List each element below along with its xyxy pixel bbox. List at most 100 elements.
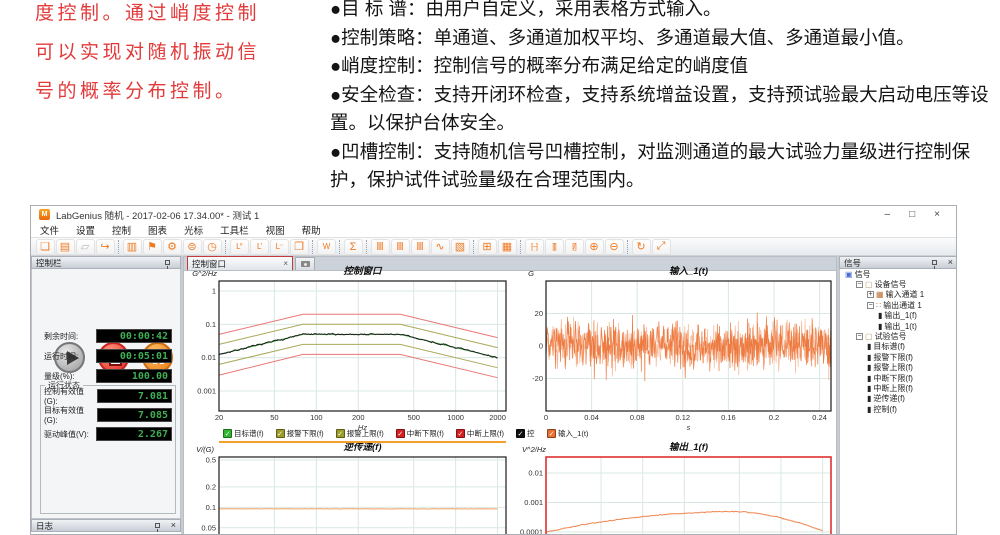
close-panel-icon[interactable]: ×: [948, 258, 953, 267]
tree-item[interactable]: ▣信号: [840, 269, 957, 279]
legend-item[interactable]: ✓输入_1(t): [547, 428, 588, 439]
legend-checkbox[interactable]: ✓: [223, 429, 232, 438]
legend-checkbox[interactable]: ✓: [456, 429, 465, 438]
disc-icon[interactable]: ⊜: [183, 239, 202, 255]
flag-icon[interactable]: ⚑: [143, 239, 162, 255]
save-icon[interactable]: ▤: [56, 239, 75, 255]
zoom-in-icon[interactable]: ⊕: [585, 239, 604, 255]
legend-item[interactable]: ✓控: [516, 428, 535, 439]
tree-item[interactable]: ▮报警上限(f): [840, 363, 957, 373]
collapse-icon[interactable]: −: [856, 333, 863, 340]
chart-input-1t[interactable]: 00.040.080.120.160.20.24-20020s: [506, 276, 837, 431]
chart-control-window[interactable]: 20501002005001000200010.10.010.001Hz: [179, 276, 512, 431]
expand-icon[interactable]: +: [867, 291, 874, 298]
slope-cursor-icon[interactable]: [/]: [565, 239, 584, 255]
tree-item[interactable]: +▦输入通道 1: [840, 290, 957, 300]
svg-text:100: 100: [310, 413, 323, 422]
collapse-icon[interactable]: −: [856, 281, 863, 288]
print-device-icon[interactable]: ▥: [123, 239, 142, 255]
level-prime-icon[interactable]: L′: [250, 239, 269, 255]
tree-item[interactable]: ▮输出_1(f): [840, 311, 957, 321]
chart-inverse-transfer[interactable]: 0.50.20.10.05: [179, 452, 512, 535]
tree-item[interactable]: ▮目标谱(f): [840, 342, 957, 352]
svg-text:0.2: 0.2: [769, 413, 779, 422]
link-channels-icon[interactable]: ⊞: [478, 239, 497, 255]
pin-icon[interactable]: [932, 260, 937, 265]
svg-text:0.05: 0.05: [201, 523, 216, 532]
tree-item[interactable]: ▮报警下限(f): [840, 352, 957, 362]
legend-item[interactable]: ✓中断下限(f): [396, 428, 444, 439]
v-cursor-icon[interactable]: [|]: [545, 239, 564, 255]
legend-checkbox[interactable]: ✓: [336, 429, 345, 438]
maximize-button[interactable]: □: [909, 209, 915, 220]
legend-label: 控: [527, 428, 535, 439]
window-layout-icon[interactable]: ❐: [290, 239, 309, 255]
pin-icon[interactable]: [155, 523, 160, 528]
svg-text:0.2: 0.2: [206, 482, 216, 491]
tree-item[interactable]: −∷输出通道 1: [840, 300, 957, 310]
close-panel-icon[interactable]: ×: [171, 521, 176, 530]
control-bar-header[interactable]: 控制栏: [31, 256, 181, 269]
menu-item[interactable]: 控制: [112, 223, 131, 237]
legend-item[interactable]: ✓目标谱(f): [223, 428, 264, 439]
log-panel-title: 日志: [36, 520, 53, 532]
signals-panel-header[interactable]: 信号 ×: [839, 256, 957, 269]
chart-output-1f[interactable]: 0.010.0010.0001: [506, 452, 837, 535]
control-bar-title: 控制栏: [36, 257, 62, 269]
minimize-button[interactable]: –: [885, 209, 891, 220]
menu-item[interactable]: 视图: [266, 223, 285, 237]
bar-chart-1-icon[interactable]: Ⅲ: [371, 239, 390, 255]
menu-item[interactable]: 文件: [40, 223, 59, 237]
grid-layout-icon[interactable]: ▦: [498, 239, 517, 255]
word-report-icon[interactable]: W: [317, 239, 336, 255]
legend-input: ✓输入_1(t): [547, 428, 588, 439]
tree-item[interactable]: ▮输出_1(t): [840, 321, 957, 331]
tree-item[interactable]: ▮逆传递(f): [840, 394, 957, 404]
title-bar: M LabGenius 随机 - 2017-02-06 17.34.00* - …: [31, 206, 956, 223]
settings-gear-icon[interactable]: ⚙: [163, 239, 182, 255]
sigma-analysis-icon[interactable]: Σ: [344, 239, 363, 255]
tree-item[interactable]: ▮中断下限(f): [840, 373, 957, 383]
tree-item-label: 信号: [855, 269, 871, 280]
log-panel-header[interactable]: 日志 ×: [31, 519, 181, 532]
tree-item-label: 输入通道 1: [886, 289, 925, 300]
box-chart-icon[interactable]: ▧: [451, 239, 470, 255]
bar-chart-2-icon[interactable]: Ⅲ: [391, 239, 410, 255]
level-degree-icon[interactable]: L°: [230, 239, 249, 255]
h-cursor-icon[interactable]: [–]: [525, 239, 544, 255]
legend-checkbox[interactable]: ✓: [396, 429, 405, 438]
collapse-icon[interactable]: −: [867, 302, 874, 309]
test-signals-icon: ▢: [865, 332, 873, 341]
legend-checkbox[interactable]: ✓: [547, 429, 556, 438]
new-file-icon[interactable]: ❏: [36, 239, 55, 255]
tree-item[interactable]: −▢设备信号: [840, 279, 957, 289]
field-label: 驱动峰值(V):: [44, 429, 89, 440]
legend-item[interactable]: ✓报警下限(f): [276, 428, 324, 439]
legend-checkbox[interactable]: ✓: [516, 429, 525, 438]
pin-icon[interactable]: [165, 260, 170, 265]
refresh-icon[interactable]: ↻: [632, 239, 651, 255]
tree-item[interactable]: ▮中断上限(f): [840, 383, 957, 393]
signal-leaf-icon: ▮: [878, 322, 882, 331]
close-button[interactable]: ×: [934, 209, 940, 220]
zoom-out-icon[interactable]: ⊖: [605, 239, 624, 255]
menu-item[interactable]: 设置: [76, 223, 95, 237]
bar-chart-3-icon[interactable]: Ⅲ: [411, 239, 430, 255]
export-icon[interactable]: ↪: [96, 239, 115, 255]
legend-label: 输入_1(t): [558, 428, 588, 439]
tree-item[interactable]: −▢试验信号: [840, 331, 957, 341]
fit-screen-icon[interactable]: ⤢: [652, 239, 671, 255]
level-minus-icon[interactable]: L⁻: [270, 239, 289, 255]
legend-item[interactable]: ✓中断上限(f): [456, 428, 504, 439]
schedule-clock-icon[interactable]: ◷: [203, 239, 222, 255]
open-icon[interactable]: ▱: [76, 239, 95, 255]
status-field: 控制有效值(G):7.081: [44, 389, 172, 403]
tree-item[interactable]: ▮控制(f): [840, 404, 957, 414]
menu-item[interactable]: 工具栏: [220, 223, 249, 237]
legend-checkbox[interactable]: ✓: [276, 429, 285, 438]
menu-item[interactable]: 帮助: [302, 223, 321, 237]
menu-item[interactable]: 光标: [184, 223, 203, 237]
menu-item[interactable]: 图表: [148, 223, 167, 237]
curve-chart-icon[interactable]: ∿: [431, 239, 450, 255]
legend-item[interactable]: ✓报警上限(f): [336, 428, 384, 439]
